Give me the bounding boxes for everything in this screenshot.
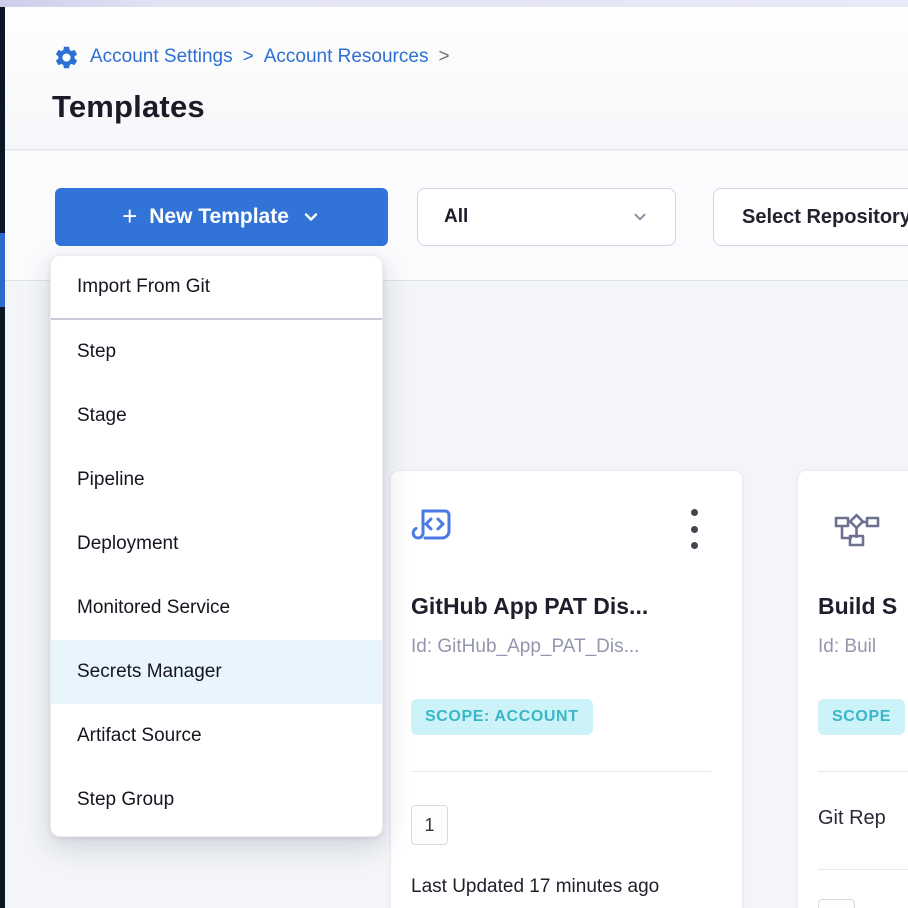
template-card-github-app-pat[interactable]: GitHub App PAT Dis... Id: GitHub_App_PAT…: [390, 470, 743, 908]
new-template-button[interactable]: + New Template: [55, 188, 388, 246]
template-card-build-stage[interactable]: Build S Id: Buil SCOPE Git Rep: [797, 470, 908, 908]
menu-item-deployment[interactable]: Deployment: [51, 512, 382, 576]
card-menu-kebab-icon[interactable]: [684, 507, 704, 551]
version-chip[interactable]: 1: [411, 805, 448, 845]
code-template-icon: [411, 505, 457, 549]
menu-item-artifact-source[interactable]: Artifact Source: [51, 704, 382, 768]
card-divider: [818, 869, 908, 870]
templates-page: Account Settings > Account Resources > T…: [0, 0, 908, 908]
last-updated-text: Last Updated 17 minutes ago: [411, 876, 659, 898]
repository-filter[interactable]: Select Repository: [713, 188, 908, 246]
chevron-down-icon: [631, 208, 649, 226]
breadcrumb-account-resources[interactable]: Account Resources: [264, 46, 429, 68]
menu-item-import-from-git[interactable]: Import From Git: [51, 256, 382, 318]
menu-item-step-group[interactable]: Step Group: [51, 768, 382, 832]
top-accent-bar: [0, 0, 908, 7]
breadcrumb-account-settings[interactable]: Account Settings: [90, 46, 233, 68]
page-header: Account Settings > Account Resources > T…: [5, 7, 908, 150]
new-template-label: New Template: [149, 205, 289, 229]
gear-icon: [53, 44, 80, 71]
template-card-title: GitHub App PAT Dis...: [411, 593, 648, 620]
menu-item-stage[interactable]: Stage: [51, 384, 382, 448]
pipeline-icon: [834, 513, 880, 547]
breadcrumb-separator: >: [243, 46, 254, 68]
chevron-down-icon: [301, 207, 321, 227]
menu-item-step[interactable]: Step: [51, 320, 382, 384]
template-type-filter[interactable]: All: [417, 188, 676, 246]
template-type-filter-value: All: [444, 206, 468, 228]
version-chip[interactable]: [818, 899, 855, 908]
menu-item-monitored-service[interactable]: Monitored Service: [51, 576, 382, 640]
breadcrumb-separator: >: [438, 46, 449, 68]
menu-item-secrets-manager[interactable]: Secrets Manager: [51, 640, 382, 704]
card-divider: [411, 771, 711, 772]
repository-filter-value: Select Repository: [742, 206, 908, 229]
card-divider: [818, 771, 908, 772]
scope-badge: SCOPE: ACCOUNT: [411, 699, 593, 735]
new-template-menu: Import From Git Step Stage Pipeline Depl…: [50, 255, 383, 837]
menu-item-pipeline[interactable]: Pipeline: [51, 448, 382, 512]
template-card-id: Id: GitHub_App_PAT_Dis...: [411, 636, 639, 658]
page-title: Templates: [52, 89, 205, 125]
template-card-title: Build S: [818, 593, 897, 620]
scope-badge: SCOPE: [818, 699, 905, 735]
template-card-id: Id: Buil: [818, 636, 876, 658]
git-repo-text: Git Rep: [818, 807, 886, 830]
breadcrumb: Account Settings > Account Resources >: [53, 43, 450, 71]
plus-icon: +: [122, 203, 137, 229]
